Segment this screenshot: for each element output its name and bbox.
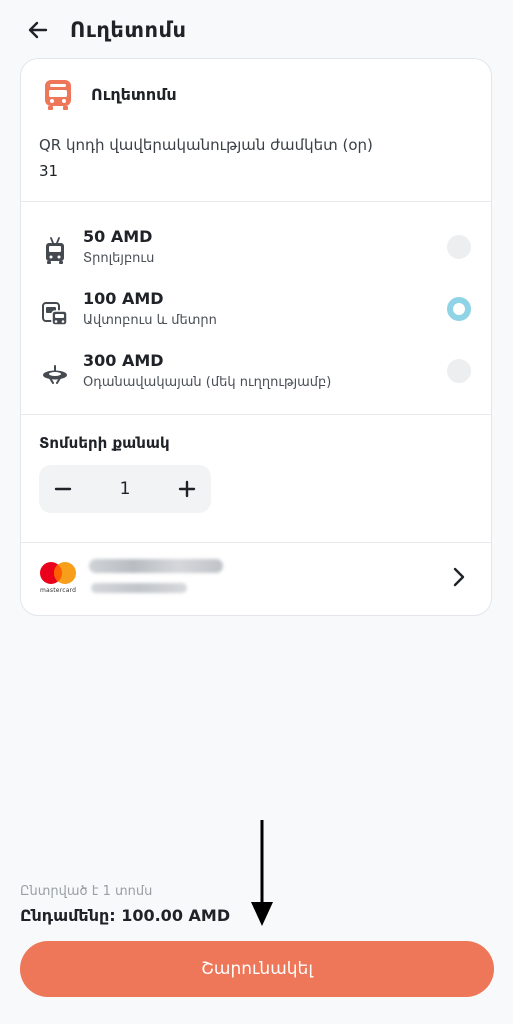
fare-price: 300 AMD (83, 351, 164, 370)
continue-button[interactable]: Շարունակել (20, 941, 494, 997)
service-name: Ուղետոմս (91, 85, 177, 104)
increment-button[interactable] (163, 465, 211, 513)
decrement-button[interactable] (39, 465, 87, 513)
fare-radio[interactable] (447, 359, 471, 383)
card-subtitle-masked: ••••• (91, 583, 187, 593)
quantity-label: Տոմսերի քանակ (39, 434, 170, 452)
page-title: Ուղետոմս (70, 18, 187, 42)
bus-icon (45, 80, 71, 110)
mastercard-logo: mastercard (39, 561, 77, 595)
mastercard-wordmark: mastercard (40, 587, 77, 594)
card-number-masked: •••• •••• •••• •••• (89, 559, 223, 573)
minus-icon (54, 487, 72, 491)
back-button[interactable] (22, 14, 54, 46)
plus-icon (178, 480, 196, 498)
fare-option-100[interactable]: 100 AMD Ավտոբուս և մետրո (21, 289, 491, 345)
header: Ուղետոմս (0, 0, 513, 60)
fare-radio[interactable] (447, 235, 471, 259)
divider (21, 414, 491, 415)
fare-option-300[interactable]: 300 AMD Օդանավակայան (մեկ ուղղությամբ) (21, 351, 491, 407)
validity-value: 31 (39, 162, 59, 180)
fare-description: Ավտոբուս և մետրո (83, 313, 217, 328)
quantity-value: 1 (119, 479, 131, 499)
trolleybus-icon (41, 237, 69, 265)
fare-option-50[interactable]: 50 AMD Տրոլեյբուս (21, 227, 491, 283)
fare-radio-selected[interactable] (447, 297, 471, 321)
bus-metro-icon (41, 299, 69, 327)
chevron-right-icon (447, 565, 471, 589)
selected-count: Ընտրված է 1 տոմս (20, 884, 153, 899)
payment-method-row[interactable]: mastercard •••• •••• •••• •••• ••••• (21, 543, 491, 615)
fare-price: 50 AMD (83, 227, 153, 246)
validity-label: QR կոդի վավերականության ժամկետ (օր) (39, 136, 373, 154)
total-amount: Ընդամենը: 100.00 AMD (20, 906, 231, 925)
ticket-card: Ուղետոմս QR կոդի վավերականության ժամկետ … (20, 58, 492, 616)
quantity-stepper: 1 (39, 465, 211, 513)
cable-car-icon (41, 361, 69, 389)
arrow-down-annotation (251, 820, 273, 926)
fare-price: 100 AMD (83, 289, 164, 308)
fare-description: Օդանավակայան (մեկ ուղղությամբ) (83, 375, 332, 390)
divider (21, 201, 491, 202)
arrow-left-icon (28, 21, 48, 39)
fare-description: Տրոլեյբուս (83, 251, 155, 266)
